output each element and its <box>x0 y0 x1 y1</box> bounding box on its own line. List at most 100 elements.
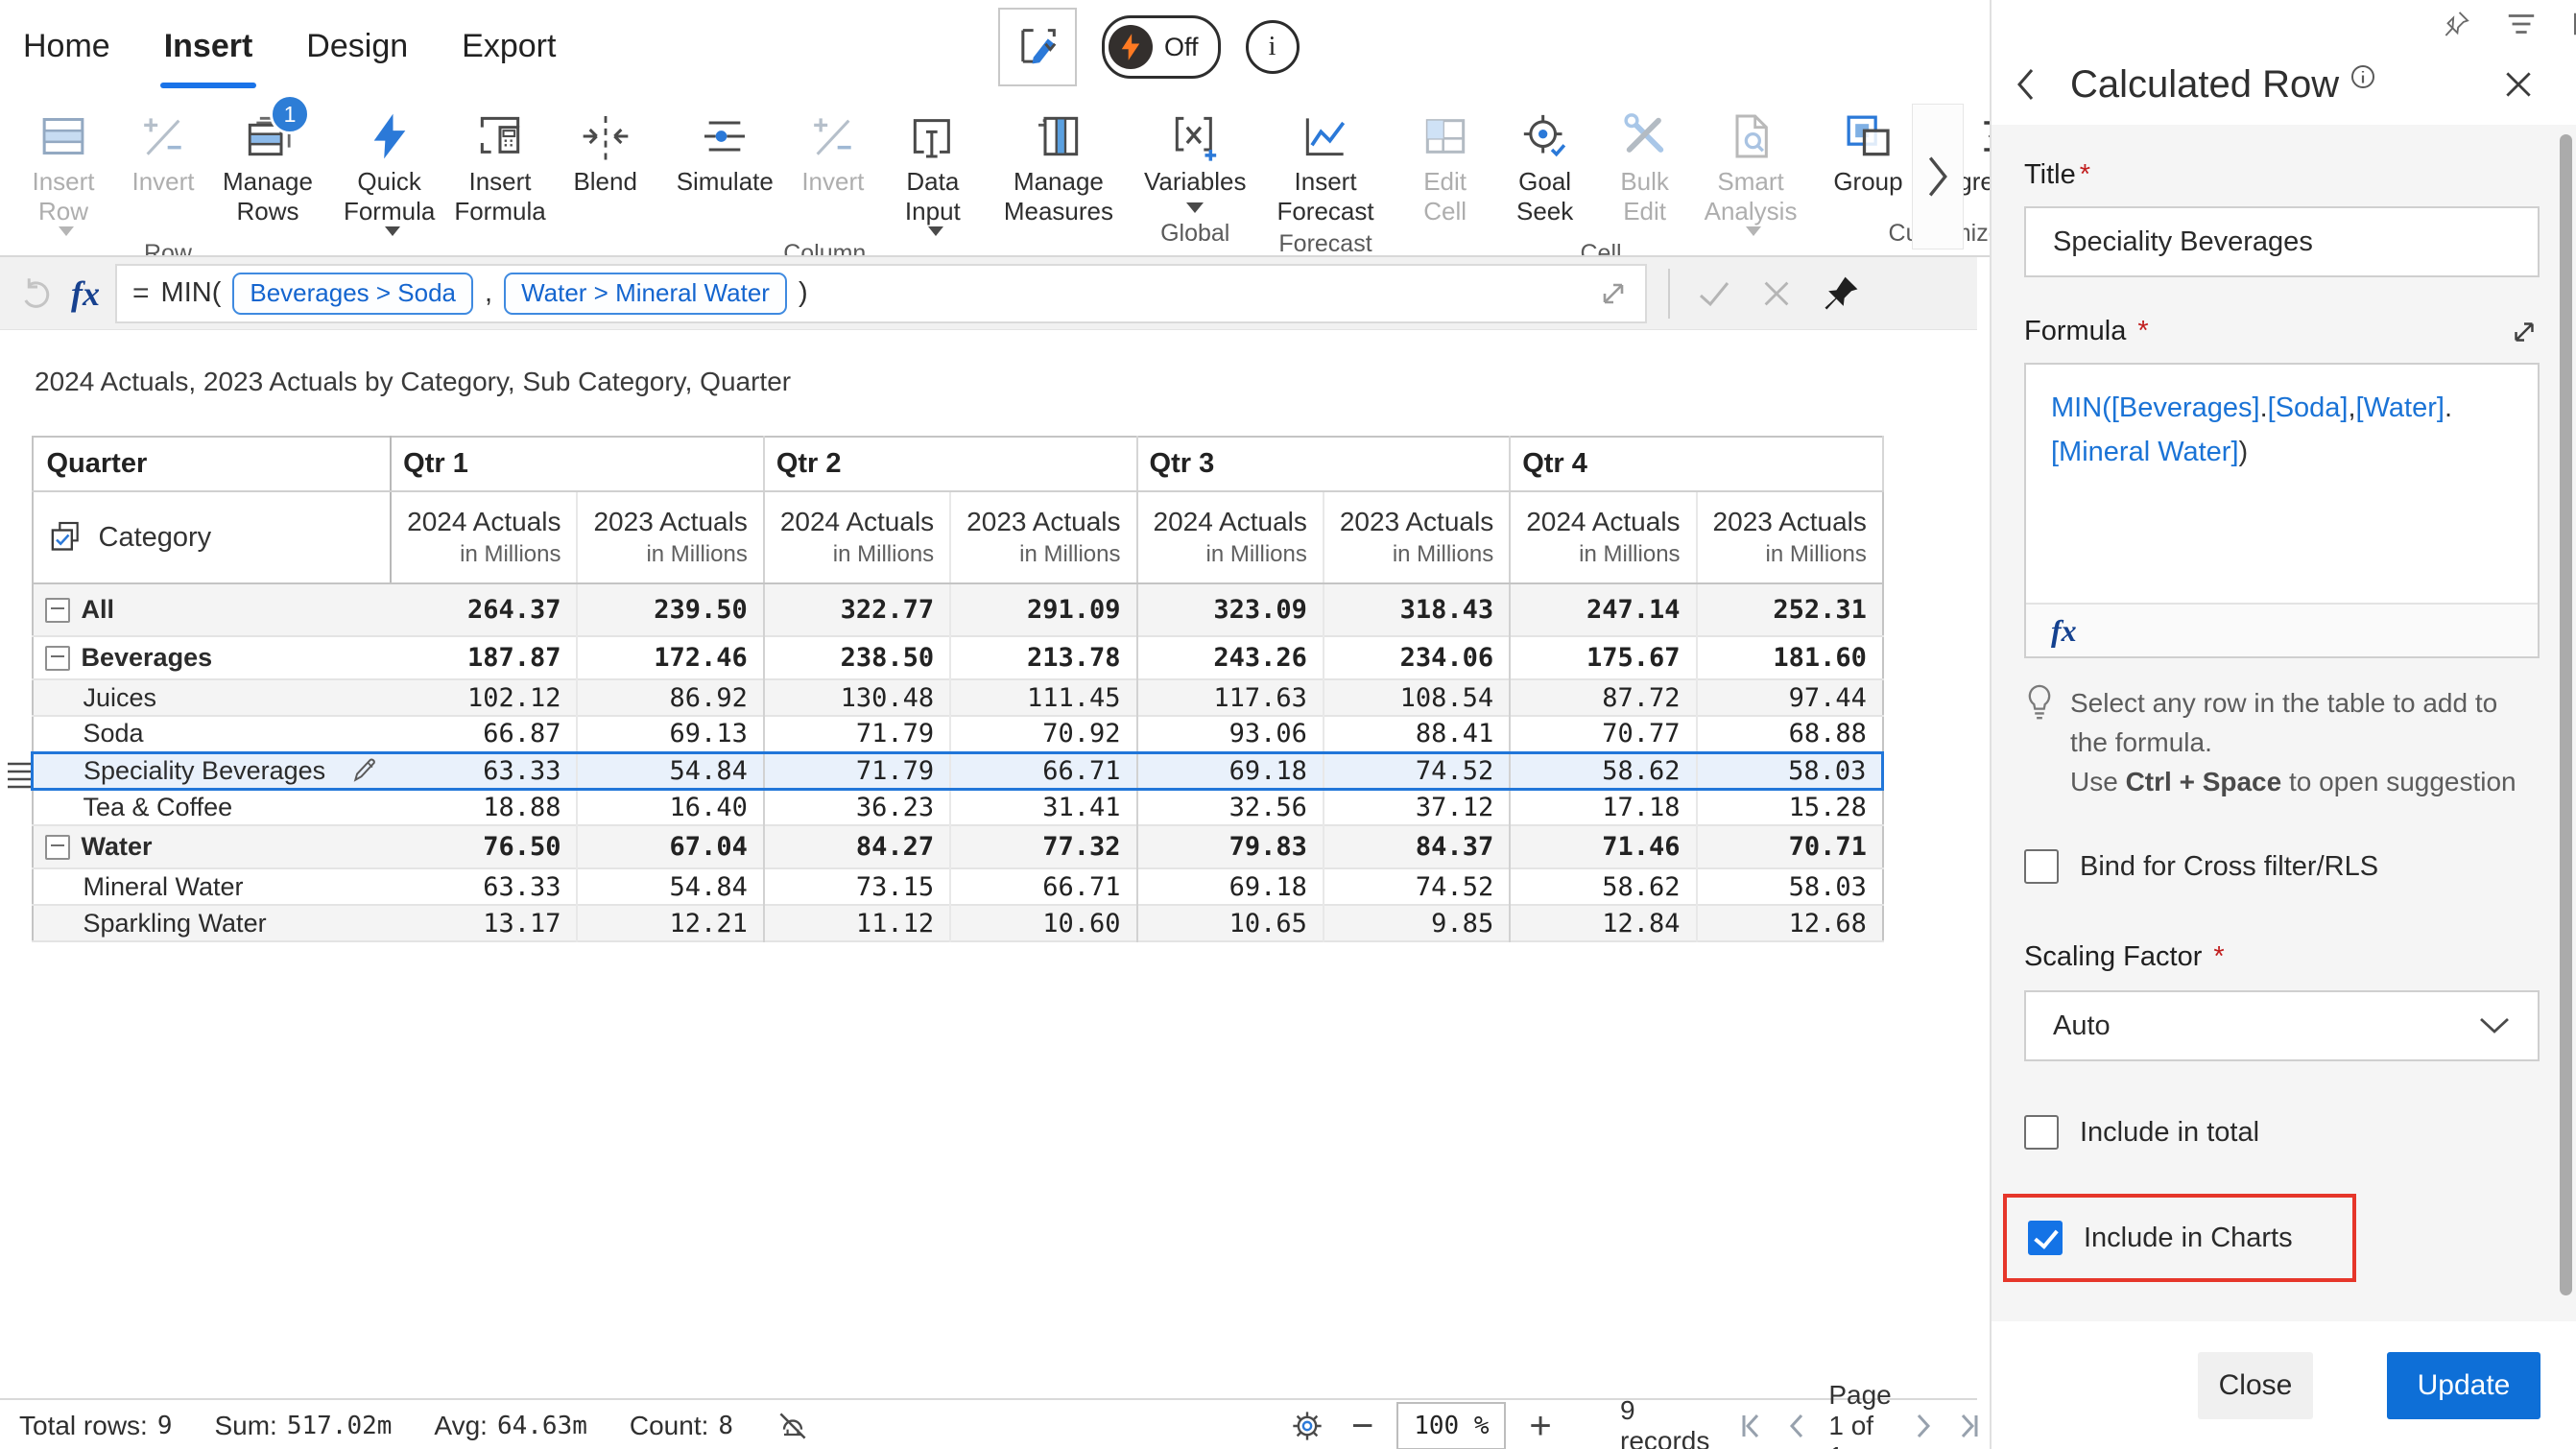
value-cell[interactable]: 323.09 <box>1136 583 1324 636</box>
zoom-out-button[interactable]: − <box>1351 1407 1373 1445</box>
value-cell[interactable]: 15.28 <box>1697 789 1883 825</box>
goal-seek-button[interactable]: Goal Seek <box>1495 100 1595 228</box>
value-cell[interactable]: 71.79 <box>763 750 952 791</box>
insert-row-button[interactable]: Insert Row <box>13 100 113 238</box>
filter-lines-icon[interactable] <box>2505 10 2538 38</box>
formula-chip-water-mineral[interactable]: Water > Mineral Water <box>504 272 787 315</box>
row-label[interactable]: Beverages <box>82 643 213 673</box>
value-cell[interactable]: 252.31 <box>1696 583 1883 636</box>
table-row-beverages[interactable]: Beverages 187.87 172.46 238.50 213.78 243.26 2… <box>32 636 1883 679</box>
quarter-header-4[interactable]: Qtr 4 <box>1510 437 1884 492</box>
panel-scrollbar[interactable] <box>2560 134 2572 1295</box>
value-cell[interactable]: 11.12 <box>763 905 952 941</box>
value-cell[interactable]: 36.23 <box>763 789 952 825</box>
value-cell[interactable]: 130.48 <box>763 679 952 716</box>
table-row-sparkling-water[interactable]: Sparkling Water 13.17 12.21 11.12 10.60 10.65… <box>32 905 1883 941</box>
zoom-in-button[interactable]: + <box>1529 1407 1551 1445</box>
tab-export[interactable]: Export <box>462 0 556 92</box>
data-input-button[interactable]: Data Input <box>883 100 983 238</box>
value-cell[interactable]: 247.14 <box>1510 583 1698 636</box>
measure-header[interactable]: 2024 Actuals in Millions <box>763 491 952 584</box>
pin-panel-icon[interactable] <box>2440 8 2472 40</box>
checkbox-icon[interactable] <box>2028 1221 2063 1255</box>
value-cell[interactable]: 84.37 <box>1323 825 1512 868</box>
table-row-speciality-beverages[interactable]: Speciality Beverages 63.33 54.84 71.79 66.71… <box>31 750 1885 791</box>
value-cell[interactable]: 58.03 <box>1697 868 1883 905</box>
simulate-button[interactable]: Simulate <box>667 100 783 199</box>
prev-page-icon[interactable] <box>1784 1412 1809 1440</box>
value-cell[interactable]: 69.13 <box>577 716 765 752</box>
hide-stats-icon[interactable] <box>775 1409 810 1443</box>
value-cell[interactable]: 322.77 <box>763 583 952 636</box>
value-cell[interactable]: 111.45 <box>950 679 1138 716</box>
value-cell[interactable]: 238.50 <box>763 636 952 679</box>
table-row-tea-coffee[interactable]: Tea & Coffee 18.88 16.40 36.23 31.41 32.56 37.… <box>32 789 1883 825</box>
value-cell[interactable]: 234.06 <box>1323 636 1512 679</box>
value-cell[interactable]: 32.56 <box>1136 789 1324 825</box>
invert-column-button[interactable]: Invert <box>783 100 883 199</box>
value-cell[interactable]: 66.71 <box>950 868 1138 905</box>
measure-header[interactable]: 2024 Actuals in Millions <box>391 491 579 584</box>
value-cell[interactable]: 97.44 <box>1696 679 1883 716</box>
measure-header[interactable]: 2023 Actuals in Millions <box>1323 491 1512 584</box>
value-cell[interactable]: 70.71 <box>1696 825 1883 868</box>
measure-header[interactable]: 2023 Actuals in Millions <box>950 491 1138 584</box>
value-cell[interactable]: 10.65 <box>1136 905 1324 941</box>
value-cell[interactable]: 12.21 <box>577 905 765 941</box>
undo-icon[interactable] <box>17 273 58 314</box>
value-cell[interactable]: 63.33 <box>391 750 579 791</box>
formula-chip-beverages-soda[interactable]: Beverages > Soda <box>232 272 474 315</box>
value-cell[interactable]: 37.12 <box>1323 789 1512 825</box>
value-cell[interactable]: 13.17 <box>391 905 579 941</box>
value-cell[interactable]: 243.26 <box>1136 636 1324 679</box>
value-cell[interactable]: 71.46 <box>1510 825 1698 868</box>
value-cell[interactable]: 16.40 <box>577 789 765 825</box>
value-cell[interactable]: 117.63 <box>1136 679 1324 716</box>
value-cell[interactable]: 31.41 <box>950 789 1138 825</box>
scaling-factor-select[interactable]: Auto <box>2024 990 2540 1061</box>
tab-insert[interactable]: Insert <box>159 0 256 92</box>
edit-cell-button[interactable]: Edit Cell <box>1395 100 1495 228</box>
row-label[interactable]: Juices <box>83 683 157 713</box>
formula-cancel-icon[interactable] <box>1758 275 1795 312</box>
tab-home[interactable]: Home <box>23 0 110 92</box>
formula-pin-icon[interactable] <box>1820 273 1862 315</box>
manage-rows-button[interactable]: 1 Manage Rows <box>213 94 322 228</box>
value-cell[interactable]: 108.54 <box>1323 679 1512 716</box>
formula-code[interactable]: MIN([Beverages].[Soda],[Water].[Mineral … <box>2026 365 2538 603</box>
insert-formula-button[interactable]: Insert Formula <box>444 100 555 228</box>
ribbon-overflow-button[interactable] <box>1912 104 1964 249</box>
value-cell[interactable]: 17.18 <box>1510 789 1698 825</box>
value-cell[interactable]: 74.52 <box>1323 750 1512 791</box>
row-label[interactable]: Tea & Coffee <box>83 793 233 822</box>
value-cell[interactable]: 76.50 <box>391 825 579 868</box>
quarter-column-header[interactable]: Quarter <box>32 437 393 492</box>
title-field-input[interactable]: Speciality Beverages <box>2024 206 2540 277</box>
smart-analysis-button[interactable]: Smart Analysis <box>1695 100 1807 238</box>
value-cell[interactable]: 181.60 <box>1697 636 1883 679</box>
value-cell[interactable]: 187.87 <box>391 636 579 679</box>
value-cell[interactable]: 77.32 <box>950 825 1138 868</box>
value-cell[interactable]: 318.43 <box>1323 583 1512 636</box>
collapse-icon[interactable] <box>44 597 70 623</box>
last-page-icon[interactable] <box>1955 1412 1984 1440</box>
tab-design[interactable]: Design <box>306 0 408 92</box>
formula-accept-icon[interactable] <box>1695 274 1733 313</box>
bind-cross-filter-checkbox[interactable]: Bind for Cross filter/RLS <box>2024 849 2540 884</box>
measure-header[interactable]: 2024 Actuals in Millions <box>1136 491 1324 584</box>
table-row-water[interactable]: Water 76.50 67.04 84.27 77.32 79.83 84.37 71.46… <box>32 825 1883 868</box>
open-window-icon[interactable] <box>2570 9 2576 39</box>
manage-measures-button[interactable]: Manage Measures <box>994 100 1123 228</box>
value-cell[interactable]: 93.06 <box>1136 716 1324 752</box>
value-cell[interactable]: 239.50 <box>577 583 765 636</box>
value-cell[interactable]: 73.15 <box>763 868 952 905</box>
edit-mode-button[interactable] <box>998 8 1077 86</box>
quarter-header-2[interactable]: Qtr 2 <box>763 437 1138 492</box>
close-button[interactable]: Close <box>2198 1351 2313 1419</box>
close-panel-icon[interactable] <box>2492 58 2545 111</box>
table-row-soda[interactable]: Soda 66.87 69.13 71.79 70.92 93.06 88.41 70.77 6… <box>32 716 1883 752</box>
blend-button[interactable]: Blend <box>556 100 656 199</box>
formula-editor[interactable]: MIN([Beverages].[Soda],[Water].[Mineral … <box>2024 363 2540 658</box>
collapse-icon[interactable] <box>44 834 70 860</box>
value-cell[interactable]: 12.68 <box>1696 905 1883 941</box>
